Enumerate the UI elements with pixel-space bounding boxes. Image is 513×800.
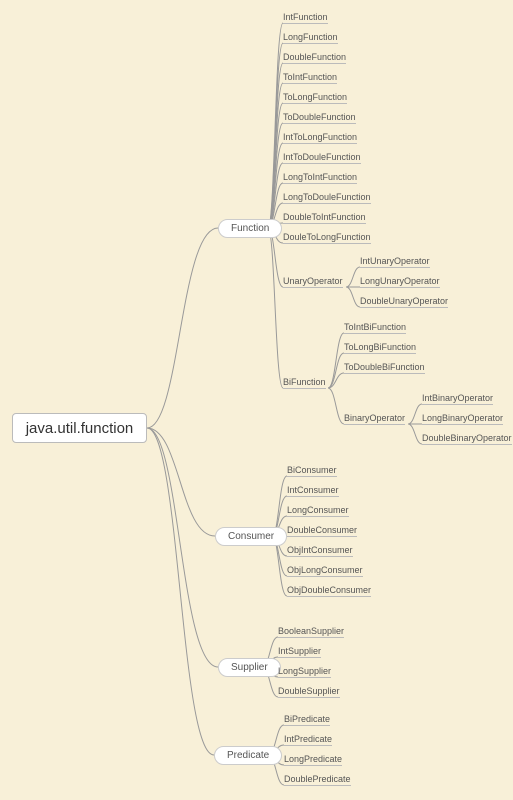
- leaf-longtodoulefunction[interactable]: LongToDouleFunction: [283, 192, 371, 204]
- leaf-intpredicate[interactable]: IntPredicate: [284, 734, 332, 746]
- root-node[interactable]: java.util.function: [12, 413, 147, 443]
- leaf-longtointfunction[interactable]: LongToIntFunction: [283, 172, 357, 184]
- leaf-longbinaryoperator[interactable]: LongBinaryOperator: [422, 413, 503, 425]
- leaf-tointfunction[interactable]: ToIntFunction: [283, 72, 337, 84]
- leaf-longfunction[interactable]: LongFunction: [283, 32, 338, 44]
- leaf-longpredicate[interactable]: LongPredicate: [284, 754, 342, 766]
- leaf-doublefunction[interactable]: DoubleFunction: [283, 52, 346, 64]
- leaf-doublepredicate[interactable]: DoublePredicate: [284, 774, 351, 786]
- leaf-intunaryoperator[interactable]: IntUnaryOperator: [360, 256, 430, 268]
- leaf-objdoubleconsumer[interactable]: ObjDoubleConsumer: [287, 585, 371, 597]
- leaf-todoublebifunction[interactable]: ToDoubleBiFunction: [344, 362, 425, 374]
- branch-consumer[interactable]: Consumer: [215, 527, 287, 546]
- leaf-doubletointfunction[interactable]: DoubleToIntFunction: [283, 212, 366, 224]
- leaf-tointbifunction[interactable]: ToIntBiFunction: [344, 322, 406, 334]
- sub-binaryoperator[interactable]: BinaryOperator: [344, 413, 405, 425]
- leaf-longconsumer[interactable]: LongConsumer: [287, 505, 349, 517]
- leaf-objintconsumer[interactable]: ObjIntConsumer: [287, 545, 353, 557]
- leaf-tolongfunction[interactable]: ToLongFunction: [283, 92, 347, 104]
- branch-function[interactable]: Function: [218, 219, 282, 238]
- branch-predicate[interactable]: Predicate: [214, 746, 282, 765]
- leaf-intbinaryoperator[interactable]: IntBinaryOperator: [422, 393, 493, 405]
- leaf-intsupplier[interactable]: IntSupplier: [278, 646, 321, 658]
- leaf-tolongbifunction[interactable]: ToLongBiFunction: [344, 342, 416, 354]
- leaf-objlongconsumer[interactable]: ObjLongConsumer: [287, 565, 363, 577]
- leaf-doubleunaryoperator[interactable]: DoubleUnaryOperator: [360, 296, 448, 308]
- leaf-intfunction[interactable]: IntFunction: [283, 12, 328, 24]
- leaf-doublesupplier[interactable]: DoubleSupplier: [278, 686, 340, 698]
- leaf-biconsumer[interactable]: BiConsumer: [287, 465, 337, 477]
- leaf-todoublefunction[interactable]: ToDoubleFunction: [283, 112, 356, 124]
- leaf-longsupplier[interactable]: LongSupplier: [278, 666, 331, 678]
- leaf-doubleconsumer[interactable]: DoubleConsumer: [287, 525, 357, 537]
- sub-bifunction[interactable]: BiFunction: [283, 377, 326, 389]
- leaf-intconsumer[interactable]: IntConsumer: [287, 485, 339, 497]
- leaf-longunaryoperator[interactable]: LongUnaryOperator: [360, 276, 440, 288]
- leaf-doublebinaryoperator[interactable]: DoubleBinaryOperator: [422, 433, 512, 445]
- sub-unaryoperator[interactable]: UnaryOperator: [283, 276, 343, 288]
- leaf-inttolongfunction[interactable]: IntToLongFunction: [283, 132, 357, 144]
- leaf-booleansupplier[interactable]: BooleanSupplier: [278, 626, 344, 638]
- branch-supplier[interactable]: Supplier: [218, 658, 281, 677]
- leaf-douletolongfunction[interactable]: DouleToLongFunction: [283, 232, 371, 244]
- leaf-bipredicate[interactable]: BiPredicate: [284, 714, 330, 726]
- leaf-inttodoulefunction[interactable]: IntToDouleFunction: [283, 152, 361, 164]
